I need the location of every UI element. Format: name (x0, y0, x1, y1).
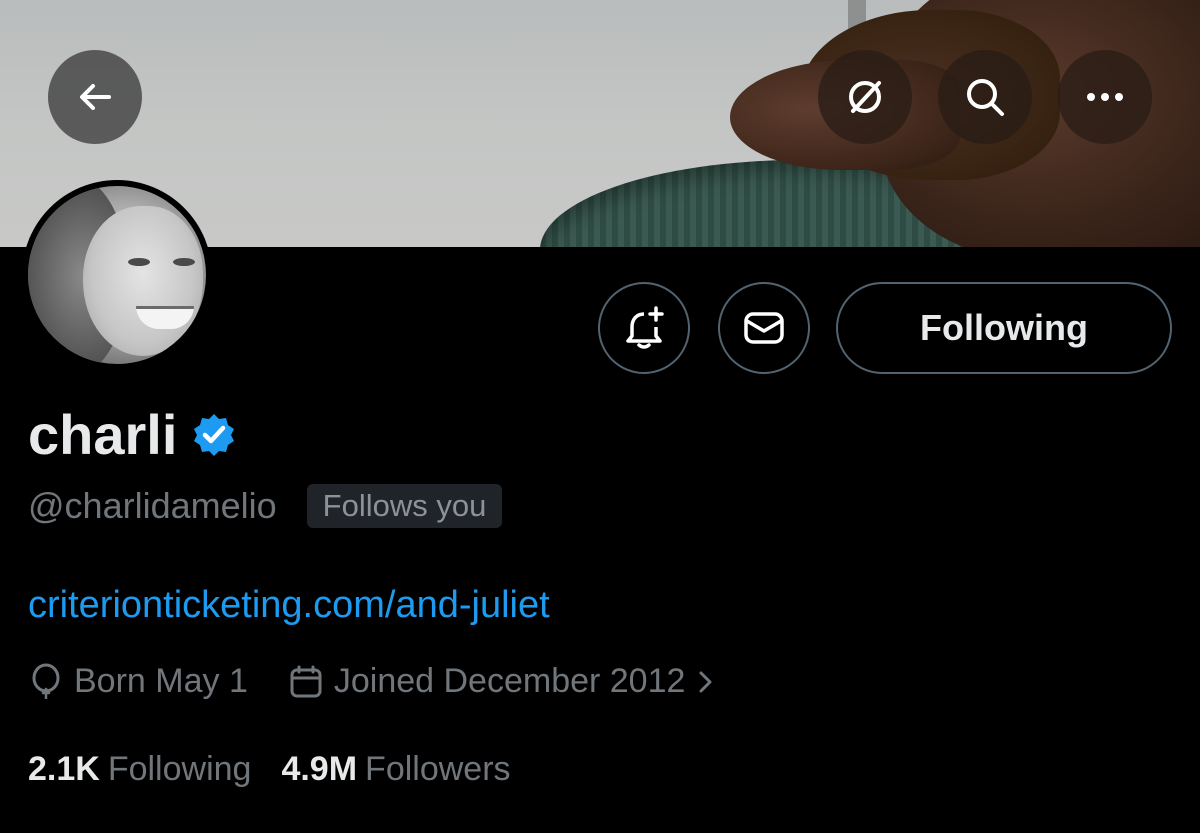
website-link[interactable]: criterionticketing.com/and-juliet (28, 584, 550, 627)
bell-plus-icon (626, 306, 664, 349)
followers-label: Followers (365, 750, 511, 788)
birthday-text: Born May 1 (74, 662, 248, 700)
more-button[interactable] (1058, 50, 1152, 144)
follow-stats: 2.1K Following 4.9M Followers (28, 750, 541, 789)
following-stat[interactable]: 2.1K Following (28, 750, 251, 789)
back-button[interactable] (48, 50, 142, 144)
notifications-button[interactable] (598, 282, 690, 374)
hide-profile-button[interactable] (818, 50, 912, 144)
profile-meta: Born May 1 Joined December 2012 (28, 662, 717, 701)
more-icon (1087, 93, 1123, 101)
followers-stat[interactable]: 4.9M Followers (281, 750, 510, 789)
avatar-image (28, 186, 206, 364)
handle-row: @charlidamelio Follows you (28, 484, 503, 528)
following-label: Following (107, 750, 252, 788)
envelope-icon (744, 312, 784, 344)
joined-date[interactable]: Joined December 2012 (288, 662, 718, 701)
unfollow-hide-icon (849, 81, 881, 113)
display-name: charli (28, 403, 178, 466)
joined-text: Joined December 2012 (333, 662, 686, 700)
chevron-right-icon (699, 671, 712, 692)
search-button[interactable] (938, 50, 1032, 144)
verified-badge-icon[interactable] (191, 412, 237, 458)
following-count: 2.1K (28, 750, 100, 788)
display-name-row: charli (28, 400, 237, 470)
follows-you-badge: Follows you (306, 484, 503, 528)
birthday: Born May 1 (28, 662, 248, 701)
calendar-icon (290, 665, 322, 697)
handle: @charlidamelio (28, 485, 277, 526)
arrow-left-icon (80, 84, 111, 110)
search-icon (967, 79, 1004, 116)
avatar[interactable] (22, 180, 212, 370)
followers-count: 4.9M (281, 750, 358, 788)
balloon-icon (32, 663, 60, 699)
message-button[interactable] (718, 282, 810, 374)
following-button[interactable]: Following (836, 282, 1172, 374)
